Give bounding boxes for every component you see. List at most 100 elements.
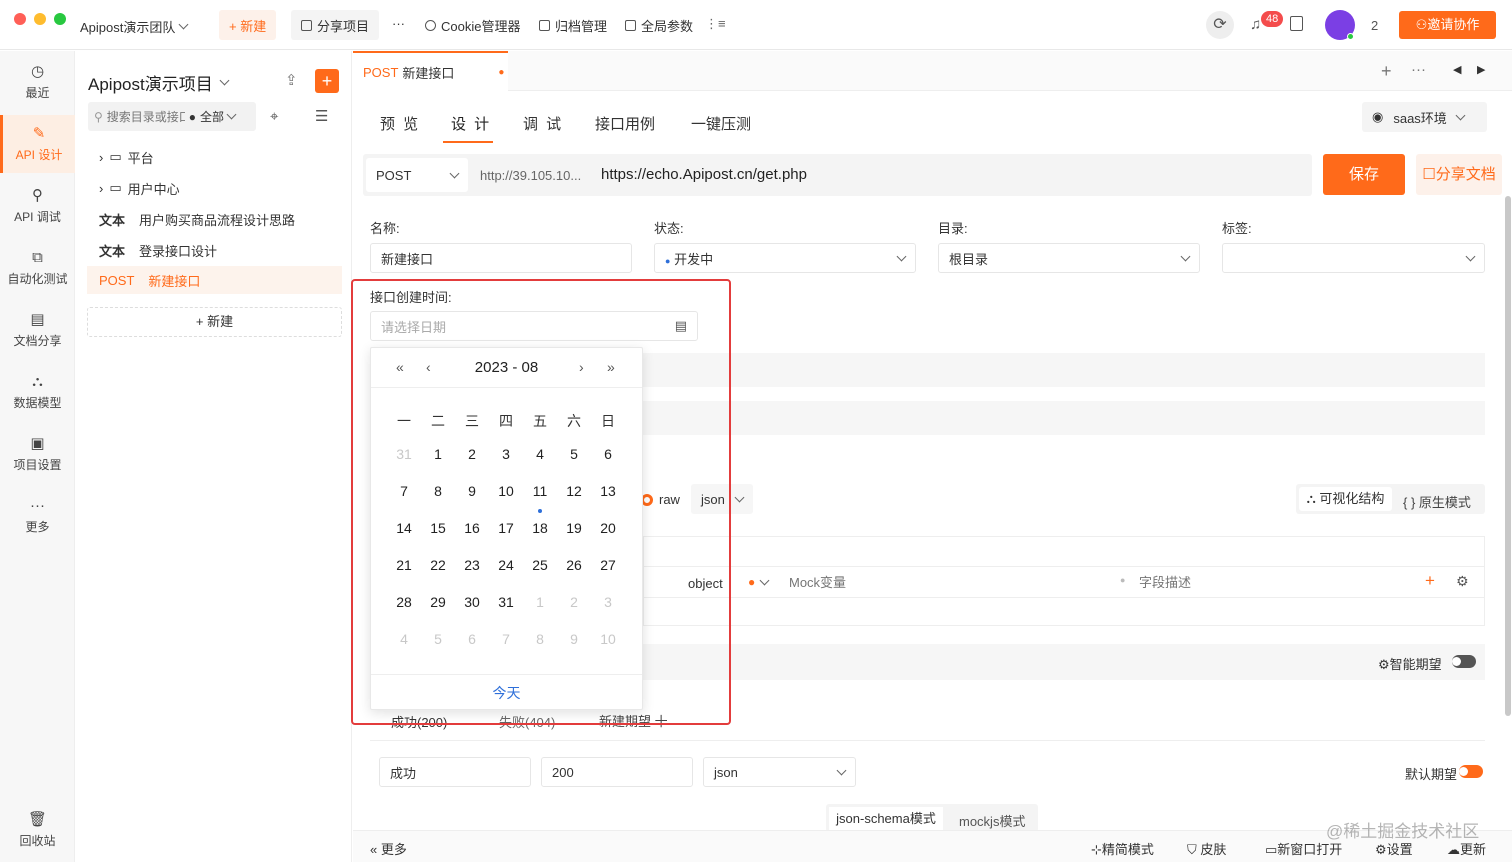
nav-doc-share[interactable]: ▤ 文档分享: [0, 301, 75, 359]
add-field-icon[interactable]: +: [1425, 571, 1435, 591]
tab-prev-icon[interactable]: ◀: [1453, 63, 1461, 76]
nav-more[interactable]: ··· 更多: [0, 487, 75, 545]
calendar-day[interactable]: 16: [457, 520, 487, 536]
nav-recycle-bin[interactable]: 🗑 回收站: [0, 801, 75, 859]
more-menu[interactable]: ···: [392, 16, 405, 31]
url-input[interactable]: https://echo.Apipost.cn/get.php: [601, 166, 807, 183]
search-input[interactable]: [106, 109, 185, 124]
doc-icon[interactable]: [1290, 16, 1303, 31]
env-selector[interactable]: ◉ saas环境: [1362, 102, 1487, 132]
calendar-day[interactable]: 2: [559, 594, 589, 610]
smart-toggle[interactable]: [1452, 655, 1476, 668]
calendar-day[interactable]: 10: [491, 483, 521, 499]
next-month-icon[interactable]: ›: [579, 359, 584, 375]
nav-api-debug[interactable]: ⚲ API 调试: [0, 177, 75, 235]
calendar-day[interactable]: 27: [593, 557, 623, 573]
mockjs-tab[interactable]: mockjs模式: [959, 811, 1025, 830]
next-year-icon[interactable]: »: [607, 359, 615, 375]
scrollbar[interactable]: [1505, 196, 1511, 716]
tag-select[interactable]: [1222, 243, 1485, 273]
minimize-window-button[interactable]: [34, 13, 46, 25]
json-schema-tab[interactable]: json-schema模式: [829, 807, 943, 831]
today-button[interactable]: 今天: [371, 674, 642, 710]
save-button[interactable]: 保存: [1323, 154, 1405, 195]
team-selector[interactable]: Apipost演示团队: [80, 17, 189, 36]
new-button[interactable]: + 新建: [219, 10, 277, 40]
import-icon[interactable]: ⇪: [285, 71, 298, 89]
calendar-day[interactable]: 10: [593, 631, 623, 647]
calendar-day[interactable]: 6: [593, 446, 623, 462]
field-desc-input[interactable]: [1139, 569, 1389, 595]
share-project-button[interactable]: 分享项目: [291, 10, 380, 40]
calendar-day[interactable]: 11: [525, 483, 555, 499]
close-window-button[interactable]: [14, 13, 26, 25]
calendar-day[interactable]: 26: [559, 557, 589, 573]
calendar-day[interactable]: 23: [457, 557, 487, 573]
nav-automation[interactable]: ⧉ 自动化测试: [0, 239, 75, 297]
share-doc-button[interactable]: ☐分享文档: [1416, 154, 1502, 195]
calendar-day[interactable]: 6: [457, 631, 487, 647]
gear-icon[interactable]: ⚙: [1456, 573, 1469, 590]
calendar-day[interactable]: 13: [593, 483, 623, 499]
subtab-design[interactable]: 设 计: [451, 113, 491, 134]
calendar-day[interactable]: 5: [423, 631, 453, 647]
filter-select[interactable]: 全部: [200, 108, 224, 125]
calendar-day[interactable]: 20: [593, 520, 623, 536]
subtab-cases[interactable]: 接口用例: [595, 113, 655, 134]
calendar-day[interactable]: 28: [389, 594, 419, 610]
archive-button[interactable]: 归档管理: [539, 16, 607, 35]
calendar-day[interactable]: 8: [423, 483, 453, 499]
calendar-day[interactable]: 9: [457, 483, 487, 499]
bell-icon[interactable]: ♫: [1250, 16, 1261, 33]
expect-name-input[interactable]: 成功: [379, 757, 531, 787]
calendar-day[interactable]: 31: [491, 594, 521, 610]
calendar-day[interactable]: 18: [525, 520, 555, 536]
calendar-day[interactable]: 24: [491, 557, 521, 573]
sync-icon[interactable]: ⟳: [1206, 11, 1234, 39]
tree-item-new-api[interactable]: POST 新建接口: [87, 266, 342, 294]
calendar-day[interactable]: 17: [491, 520, 521, 536]
calendar-day[interactable]: 8: [525, 631, 555, 647]
calendar-day[interactable]: 12: [559, 483, 589, 499]
calendar-day[interactable]: 1: [525, 594, 555, 610]
sort-icon[interactable]: ☰: [315, 107, 328, 125]
tree-item-doc-2[interactable]: 文本 登录接口设计: [87, 236, 342, 264]
calendar-day[interactable]: 4: [389, 631, 419, 647]
simple-mode-button[interactable]: ⊹精简模式: [1091, 839, 1154, 858]
nav-project-settings[interactable]: ▣ 项目设置: [0, 425, 75, 483]
locate-icon[interactable]: ⌖: [270, 108, 278, 125]
global-params-button[interactable]: 全局参数: [625, 16, 693, 35]
calendar-day[interactable]: 5: [559, 446, 589, 462]
tab-new-api[interactable]: POST 新建接口 ●: [353, 51, 508, 91]
method-select[interactable]: POST: [366, 158, 468, 192]
native-mode-button[interactable]: { } 原生模式: [1403, 492, 1471, 511]
host-value[interactable]: http://39.105.10...: [480, 168, 581, 183]
calendar-day[interactable]: 3: [491, 446, 521, 462]
skin-button[interactable]: ⛉ 皮肤: [1187, 839, 1226, 858]
calendar-day[interactable]: 19: [559, 520, 589, 536]
calendar-day[interactable]: 1: [423, 446, 453, 462]
calendar-day[interactable]: 7: [491, 631, 521, 647]
more-toggle[interactable]: « 更多: [370, 839, 407, 858]
nav-recent[interactable]: ◷ 最近: [0, 53, 75, 111]
visual-mode-button[interactable]: ⛬ 可视化结构: [1299, 487, 1392, 511]
name-input[interactable]: 新建接口: [370, 243, 632, 273]
calendar-day[interactable]: 31: [389, 446, 419, 462]
calendar-day[interactable]: 7: [389, 483, 419, 499]
tree-folder-user-center[interactable]: › ▭ 用户中心: [87, 174, 342, 202]
tree-item-doc-1[interactable]: 文本 用户购买商品流程设计思路: [87, 205, 342, 233]
add-tab-icon[interactable]: +: [1381, 61, 1392, 82]
calendar-day[interactable]: 2: [457, 446, 487, 462]
subtab-preview[interactable]: 预 览: [380, 113, 420, 134]
mock-input[interactable]: [789, 569, 1109, 595]
calendar-day[interactable]: 22: [423, 557, 453, 573]
tree-new-button[interactable]: + 新建: [87, 307, 342, 337]
calendar-day[interactable]: 14: [389, 520, 419, 536]
calendar-title[interactable]: 2023 - 08: [371, 359, 642, 376]
tab-more-icon[interactable]: ···: [1411, 61, 1426, 78]
dir-select[interactable]: 根目录: [938, 243, 1200, 273]
invite-button[interactable]: ⚇邀请协作: [1399, 11, 1496, 39]
collapse-icon[interactable]: ⋮≡: [705, 16, 726, 32]
maximize-window-button[interactable]: [54, 13, 66, 25]
calendar-day[interactable]: 15: [423, 520, 453, 536]
